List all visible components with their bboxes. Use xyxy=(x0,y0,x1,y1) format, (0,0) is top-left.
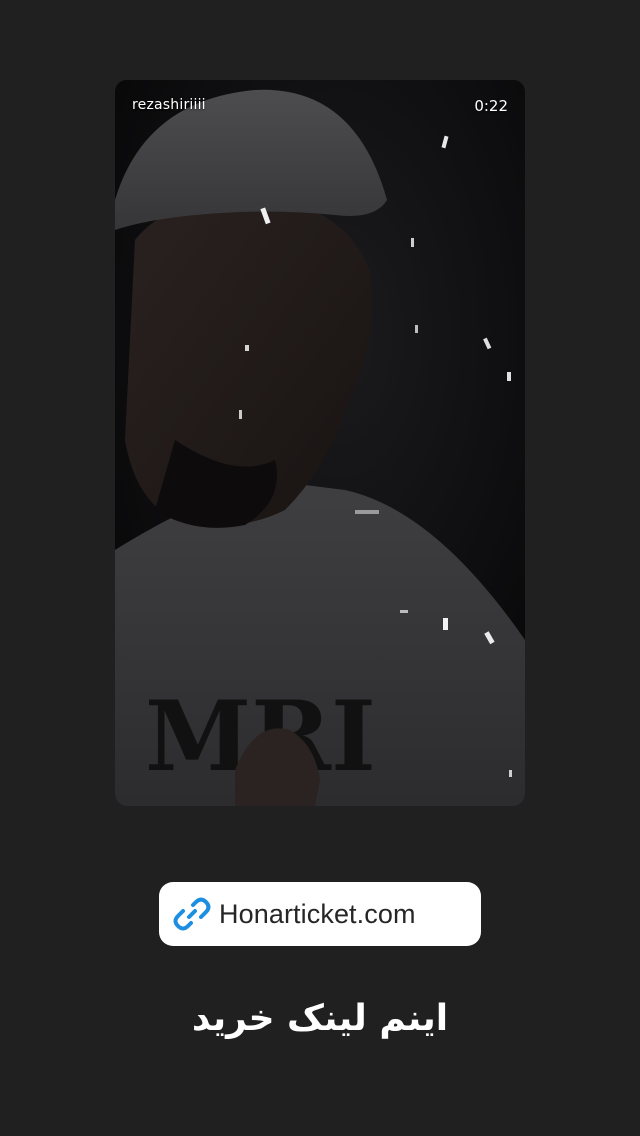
video-timer: 0:22 xyxy=(474,97,508,115)
story-username[interactable]: rezashiriiii xyxy=(132,97,206,113)
story-screen: MRI rezashiriiii 0:22 xyxy=(0,0,640,1136)
story-caption: اینم لینک خرید xyxy=(191,998,449,1039)
link-url: Honarticket.com xyxy=(219,898,416,929)
link-icon xyxy=(173,895,211,933)
video-player[interactable]: MRI rezashiriiii 0:22 xyxy=(115,80,525,806)
link-sticker[interactable]: Honarticket.com xyxy=(159,882,481,946)
video-frame: MRI xyxy=(115,80,525,806)
